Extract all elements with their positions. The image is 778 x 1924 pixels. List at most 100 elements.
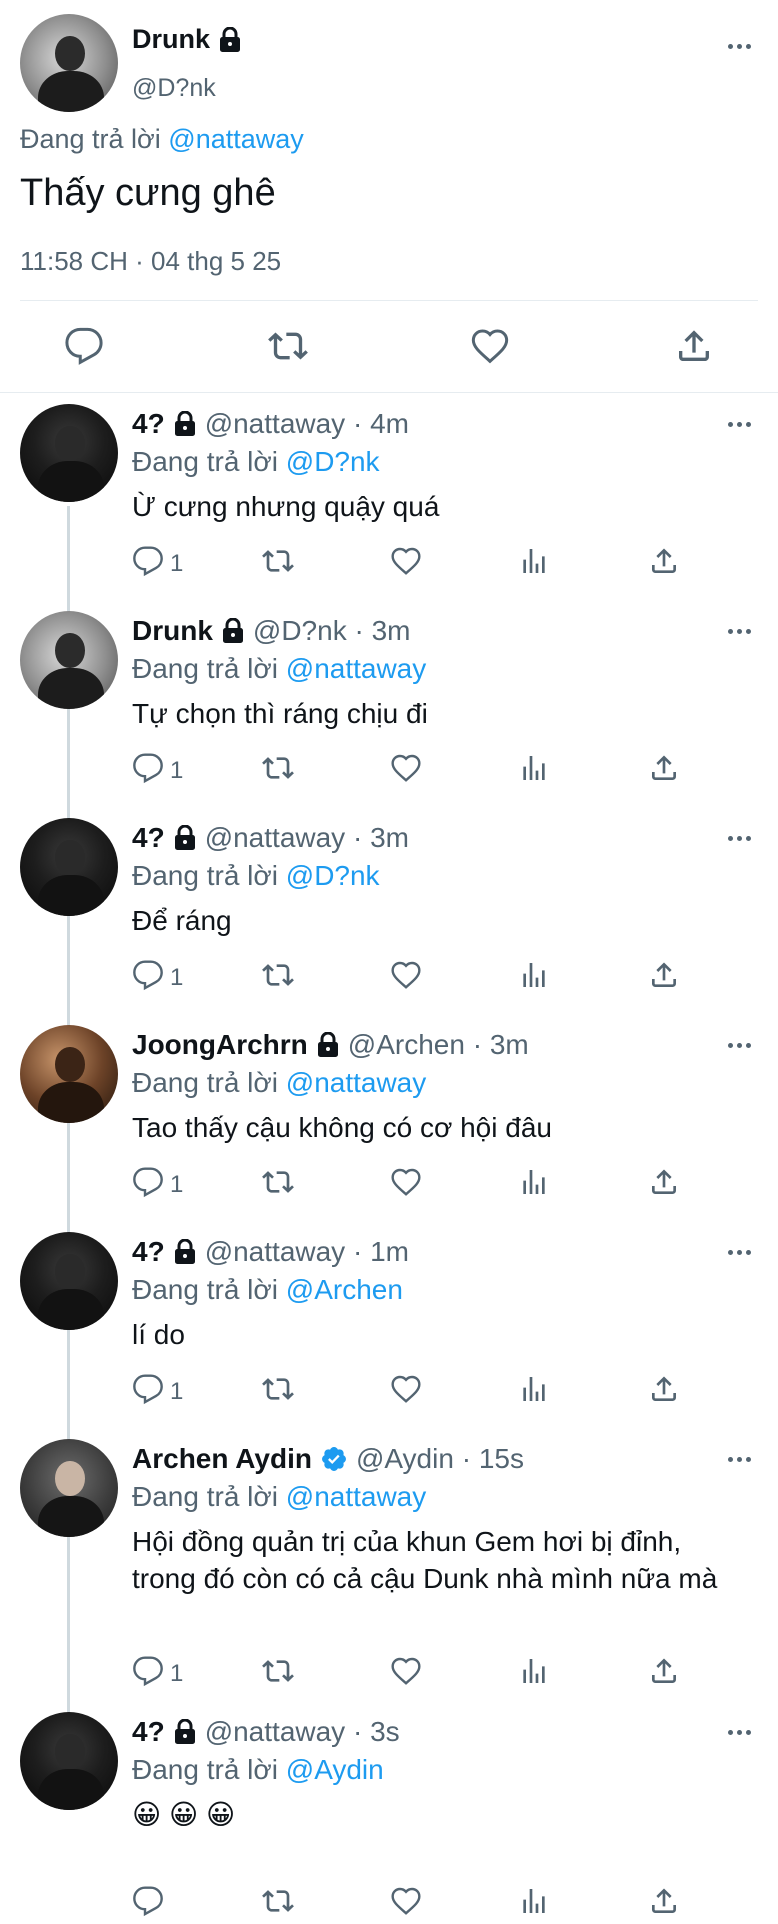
share-button[interactable]: [648, 1168, 680, 1202]
avatar[interactable]: [20, 1439, 118, 1537]
share-button[interactable]: [648, 1375, 680, 1409]
replying-to-link[interactable]: @Archen: [286, 1274, 403, 1305]
retweet-button[interactable]: [262, 1657, 294, 1691]
author-name[interactable]: Archen Aydin: [132, 1443, 312, 1475]
reply-button[interactable]: 1: [132, 1373, 183, 1409]
more-icon[interactable]: [728, 836, 751, 841]
author-name[interactable]: 4?: [132, 822, 165, 854]
more-icon[interactable]: [728, 1730, 751, 1735]
avatar-body: [37, 1081, 105, 1123]
views-button[interactable]: [518, 1168, 550, 1202]
replying-to-link[interactable]: @nattaway: [286, 1481, 427, 1512]
lock-icon: [222, 618, 243, 643]
views-button[interactable]: [518, 961, 550, 995]
author-handle[interactable]: @nattaway · 4m: [205, 408, 409, 440]
author-handle[interactable]: @nattaway · 1m: [205, 1236, 409, 1268]
author-handle[interactable]: @D?nk · 3m: [253, 615, 411, 647]
views-button[interactable]: [518, 1657, 550, 1691]
reply-header: Drunk @D?nk · 3m: [132, 615, 411, 647]
share-button[interactable]: [648, 547, 680, 581]
retweet-icon: [262, 1166, 294, 1205]
share-button[interactable]: [648, 754, 680, 788]
more-icon[interactable]: [728, 422, 751, 427]
replying-to-link[interactable]: @nattaway: [286, 1067, 427, 1098]
avatar[interactable]: [20, 818, 118, 916]
reply-time: 15s: [478, 1443, 524, 1474]
avatar[interactable]: [20, 1232, 118, 1330]
like-button[interactable]: [390, 961, 422, 995]
avatar[interactable]: [20, 1712, 118, 1810]
author-handle[interactable]: @D?nk: [132, 74, 216, 103]
avatar-body: [37, 70, 105, 112]
like-button[interactable]: [390, 1887, 422, 1921]
retweet-button[interactable]: [262, 754, 294, 788]
reply-header: 4? @nattaway · 3s: [132, 1716, 400, 1748]
reply-button[interactable]: 1: [132, 959, 183, 998]
reply-button[interactable]: 1: [132, 1655, 183, 1691]
tweet-timestamp[interactable]: 11:58 CH · 04 thg 5 25: [20, 246, 281, 277]
replying-to-link[interactable]: @nattaway: [168, 124, 303, 154]
author-name[interactable]: Drunk: [132, 24, 242, 55]
author-handle[interactable]: @nattaway · 3m: [205, 822, 409, 854]
like-button[interactable]: [390, 1657, 422, 1691]
author-name[interactable]: 4?: [132, 1236, 165, 1268]
replying-to-link[interactable]: @D?nk: [286, 860, 380, 891]
author-handle[interactable]: @Archen · 3m: [348, 1029, 529, 1061]
avatar[interactable]: [20, 611, 118, 709]
avatar[interactable]: [20, 404, 118, 502]
more-icon[interactable]: [728, 1043, 751, 1048]
retweet-button[interactable]: [262, 547, 294, 581]
author-name[interactable]: 4?: [132, 408, 165, 440]
reply-button[interactable]: 1: [132, 1166, 183, 1202]
views-button[interactable]: [518, 1887, 550, 1921]
replying-to-link[interactable]: @Aydin: [286, 1754, 384, 1785]
retweet-icon: [262, 752, 294, 791]
replying-to-link[interactable]: @nattaway: [286, 653, 427, 684]
reply-button[interactable]: [64, 326, 104, 366]
replying-to-link[interactable]: @D?nk: [286, 446, 380, 477]
reply-icon: [132, 545, 164, 584]
share-button[interactable]: [674, 326, 714, 366]
author-handle[interactable]: @Aydin · 15s: [356, 1443, 524, 1475]
author-name[interactable]: 4?: [132, 1716, 165, 1748]
more-icon[interactable]: [728, 1250, 751, 1255]
like-button[interactable]: [390, 1168, 422, 1202]
views-button[interactable]: [518, 547, 550, 581]
share-button[interactable]: [648, 1887, 680, 1921]
more-icon[interactable]: [728, 44, 751, 49]
share-button[interactable]: [648, 1657, 680, 1691]
author-name[interactable]: Drunk: [132, 615, 213, 647]
retweet-button[interactable]: [268, 326, 308, 366]
like-button[interactable]: [390, 1375, 422, 1409]
share-icon: [648, 545, 680, 584]
reply-button[interactable]: 1: [132, 545, 183, 584]
avatar[interactable]: [20, 14, 118, 112]
retweet-button[interactable]: [262, 961, 294, 995]
like-button[interactable]: [390, 547, 422, 581]
replying-to: Đang trả lời @D?nk: [132, 446, 380, 478]
reply-icon: [132, 959, 164, 998]
reply-button[interactable]: 1: [132, 752, 183, 791]
author-name[interactable]: JoongArchrn: [132, 1029, 308, 1061]
avatar-head: [55, 35, 85, 71]
retweet-button[interactable]: [262, 1375, 294, 1409]
reply-icon: [132, 1885, 164, 1924]
reply-time: 3m: [489, 1029, 529, 1060]
verified-icon: [321, 1447, 346, 1471]
avatar[interactable]: [20, 1025, 118, 1123]
like-button[interactable]: [470, 326, 510, 366]
retweet-button[interactable]: [262, 1887, 294, 1921]
share-button[interactable]: [648, 961, 680, 995]
retweet-button[interactable]: [262, 1168, 294, 1202]
more-icon[interactable]: [728, 1457, 751, 1462]
retweet-icon: [262, 959, 294, 998]
reply-icon: [132, 752, 164, 791]
views-button[interactable]: [518, 754, 550, 788]
author-handle[interactable]: @nattaway · 3s: [205, 1716, 400, 1748]
replying-to: Đang trả lời @nattaway: [132, 1481, 426, 1513]
divider: [20, 300, 758, 301]
more-icon[interactable]: [728, 629, 751, 634]
reply-button[interactable]: [132, 1885, 170, 1924]
like-button[interactable]: [390, 754, 422, 788]
views-button[interactable]: [518, 1375, 550, 1409]
